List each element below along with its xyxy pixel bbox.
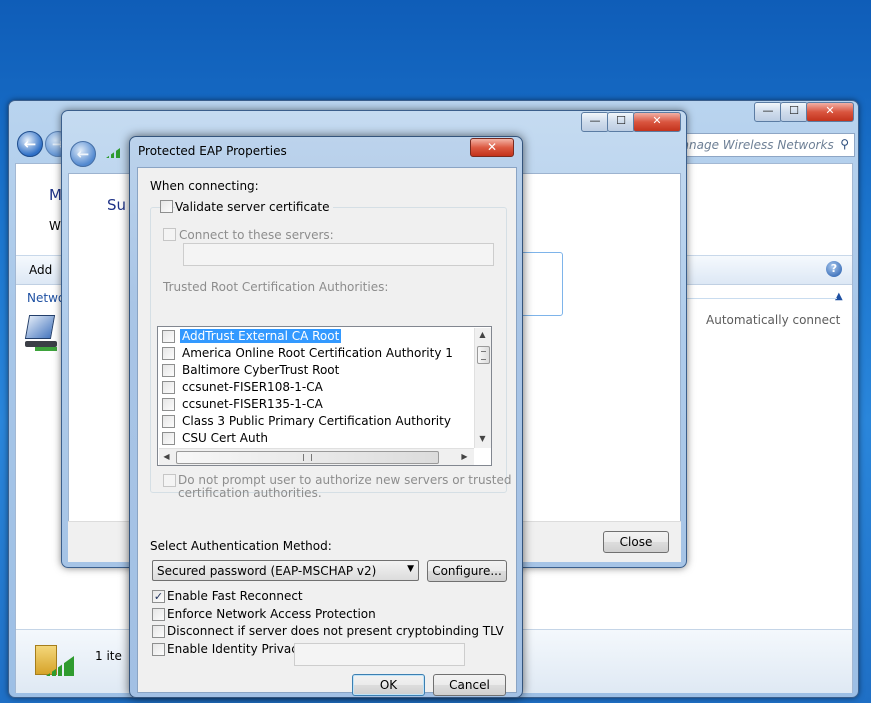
disconnect-tlv-checkbox[interactable] (152, 625, 165, 638)
protected-eap-properties-dialog: Protected EAP Properties ✕ When connecti… (129, 136, 523, 698)
ca-name: America Online Root Certification Author… (182, 346, 453, 360)
column-header-auto-connect: Automatically connect (706, 313, 841, 327)
add-button[interactable]: Add (29, 263, 52, 277)
wireless-network-icon[interactable] (24, 313, 59, 355)
vertical-scroll-thumb[interactable] (477, 346, 490, 364)
connect-to-servers-checkbox[interactable] (163, 228, 176, 241)
ca-list-item[interactable]: AddTrust External CA Root (162, 328, 472, 344)
page-title: M (49, 186, 62, 204)
help-icon[interactable]: ? (826, 261, 842, 277)
vertical-scrollbar[interactable]: ▲ ▼ (474, 328, 491, 448)
trusted-root-ca-label: Trusted Root Certification Authorities: (163, 280, 389, 294)
scroll-up-arrow-icon[interactable]: ▲ (475, 330, 490, 339)
search-icon[interactable]: ⚲ (840, 137, 849, 151)
auth-method-dropdown[interactable]: Secured password (EAP-MSCHAP v2) ▼ (152, 560, 419, 581)
enforce-nap-label: Enforce Network Access Protection (167, 607, 376, 621)
ca-name: Baltimore CyberTrust Root (182, 363, 340, 377)
chevron-down-icon: ▼ (407, 564, 414, 574)
ca-checkbox[interactable] (162, 381, 175, 394)
enable-fast-reconnect-checkbox[interactable]: ✓ (152, 590, 165, 603)
auth-method-label: Select Authentication Method: (150, 539, 332, 553)
configure-button[interactable]: Configure... (427, 560, 507, 582)
ca-checkbox[interactable] (162, 347, 175, 360)
back-arrow-icon[interactable]: ← (70, 141, 96, 167)
servers-input[interactable] (183, 243, 494, 266)
page-subtitle: W (49, 219, 61, 233)
validate-server-certificate-label: Validate server certificate (175, 200, 333, 214)
scroll-down-arrow-icon[interactable]: ▼ (475, 434, 490, 443)
validate-server-certificate-checkbox[interactable] (160, 200, 173, 213)
scroll-right-arrow-icon[interactable]: ▶ (457, 452, 472, 461)
enable-identity-privacy-checkbox[interactable] (152, 643, 165, 656)
wireless-signal-icon (106, 148, 120, 158)
maximize-button[interactable]: ☐ (780, 102, 808, 122)
ca-name: ccsunet-FISER135-1-CA (182, 397, 323, 411)
ca-list-item[interactable]: America Online Root Certification Author… (162, 345, 472, 361)
dialog-title: Protected EAP Properties (138, 144, 287, 158)
ca-list-item[interactable]: ccsunet-FISER135-1-CA (162, 396, 472, 412)
checkmark-icon: ✓ (153, 590, 164, 603)
dialog-body: When connecting: Validate server certifi… (137, 167, 517, 696)
close-button[interactable]: Close (603, 531, 669, 553)
dialog-close-button[interactable]: ✕ (470, 138, 514, 157)
when-connecting-label: When connecting: (150, 179, 259, 193)
ca-name: AddTrust External CA Root (180, 329, 342, 343)
collapse-chevron-icon[interactable]: ▲ (835, 291, 843, 302)
close-window-button[interactable]: ✕ (806, 102, 854, 122)
horizontal-scroll-thumb[interactable] (176, 451, 439, 464)
item-count: 1 ite (95, 649, 122, 663)
ca-list-item[interactable]: ccsunet-FISER108-1-CA (162, 379, 472, 395)
maximize-button[interactable]: ☐ (607, 112, 635, 132)
identity-privacy-input[interactable] (294, 643, 465, 666)
page-heading: Su (107, 196, 127, 214)
cancel-button[interactable]: Cancel (433, 674, 506, 696)
do-not-prompt-label: Do not prompt user to authorize new serv… (178, 474, 512, 500)
minimize-button[interactable]: — (581, 112, 609, 132)
enforce-nap-checkbox[interactable] (152, 608, 165, 621)
do-not-prompt-line2: certification authorities. (178, 486, 322, 500)
ca-checkbox[interactable] (162, 415, 175, 428)
ca-list-item[interactable]: CSU Cert Auth (162, 430, 472, 446)
enable-identity-privacy-label: Enable Identity Privacy (167, 642, 305, 656)
networks-group-label: Netwo (27, 291, 66, 305)
horizontal-scrollbar[interactable]: ◀ ▶ (159, 448, 474, 465)
close-window-button[interactable]: ✕ (633, 112, 681, 132)
ca-checkbox[interactable] (162, 364, 175, 377)
trusted-root-ca-list[interactable]: AddTrust External CA Root America Online … (157, 326, 492, 466)
enable-fast-reconnect-label: Enable Fast Reconnect (167, 589, 303, 603)
minimize-button[interactable]: — (754, 102, 782, 122)
auth-method-value: Secured password (EAP-MSCHAP v2) (157, 564, 377, 578)
ok-button[interactable]: OK (352, 674, 425, 696)
ca-checkbox[interactable] (162, 398, 175, 411)
ca-checkbox[interactable] (162, 432, 175, 445)
ca-name: Class 3 Public Primary Certification Aut… (182, 414, 451, 428)
disconnect-tlv-label: Disconnect if server does not present cr… (167, 624, 504, 638)
ca-name: ccsunet-FISER108-1-CA (182, 380, 323, 394)
ca-name: CSU Cert Auth (182, 431, 268, 445)
scroll-left-arrow-icon[interactable]: ◀ (159, 452, 174, 461)
connect-to-servers-label: Connect to these servers: (179, 228, 334, 242)
do-not-prompt-checkbox[interactable] (163, 474, 176, 487)
ca-list-item[interactable]: Baltimore CyberTrust Root (162, 362, 472, 378)
back-arrow-icon[interactable]: ← (17, 131, 43, 157)
ca-list-item[interactable]: Class 3 Public Primary Certification Aut… (162, 413, 472, 429)
ca-checkbox[interactable] (162, 330, 175, 343)
